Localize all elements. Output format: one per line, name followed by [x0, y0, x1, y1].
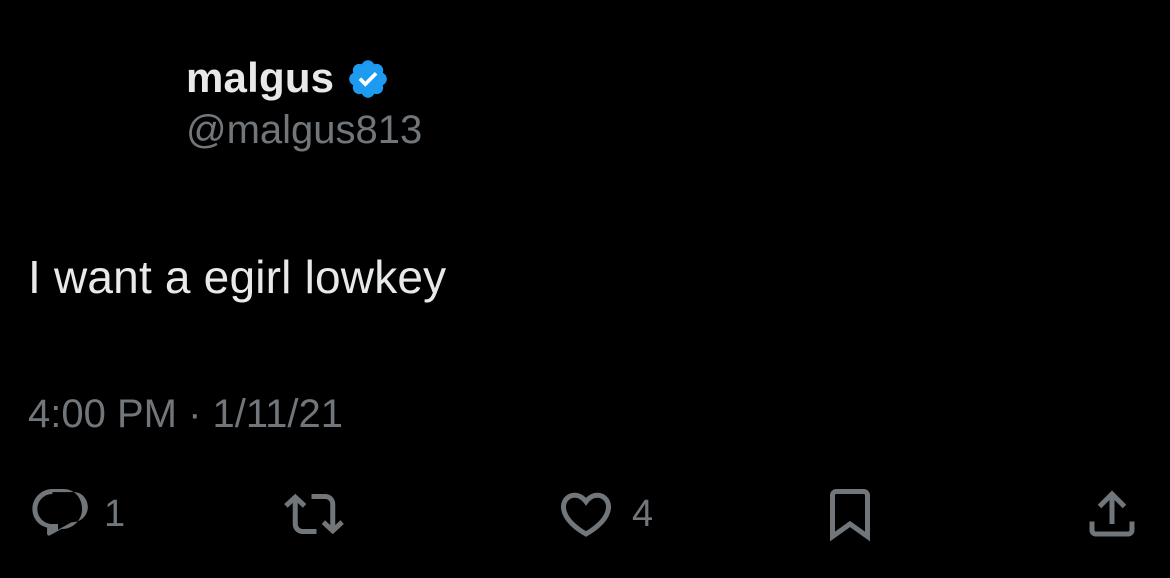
tweet-header: malgus @malgus813 [186, 52, 422, 153]
retweet-button[interactable] [284, 484, 360, 544]
like-button[interactable]: 4 [556, 484, 653, 544]
avatar[interactable] [28, 52, 158, 182]
name-row: malgus [186, 52, 422, 104]
display-name[interactable]: malgus [186, 54, 334, 102]
user-handle[interactable]: @malgus813 [186, 108, 422, 153]
reply-button[interactable]: 1 [28, 484, 125, 544]
tweet-text: I want a egirl lowkey [28, 251, 447, 303]
reply-count: 1 [104, 492, 126, 535]
bookmark-button[interactable] [820, 484, 880, 544]
reply-icon [32, 489, 88, 536]
action-bar: 1 4 [0, 484, 1170, 554]
share-button[interactable] [1082, 484, 1142, 544]
verified-badge-icon [349, 60, 388, 98]
heart-icon [560, 492, 612, 537]
retweet-icon [284, 493, 344, 535]
tweet-timestamp[interactable]: 4:00 PM · 1/11/21 [28, 392, 343, 437]
bookmark-icon [830, 489, 870, 542]
share-icon [1089, 490, 1135, 537]
like-count: 4 [632, 492, 654, 535]
